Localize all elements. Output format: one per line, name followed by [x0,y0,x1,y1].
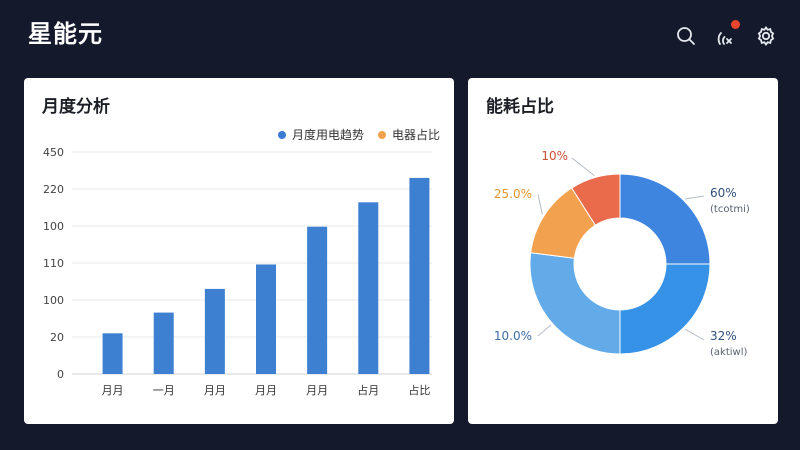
y-tick-label: 20 [50,331,64,344]
x-tick-label: 一月 [153,384,175,397]
monthly-analysis-card: 月度分析 月度用电趋势 电器占比 450 220 100 110 100 20 0 月月 一月月… [24,78,454,424]
slice-sublabel: (aktiwl) [710,347,747,358]
leader-line [684,328,705,341]
y-tick-label: 100 [43,220,64,233]
gear-icon[interactable] [754,24,778,48]
slice-label: 60% [710,186,737,200]
bar[interactable] [307,226,328,374]
bar[interactable] [358,202,379,374]
notification-badge [731,20,740,29]
bar[interactable] [256,264,276,374]
header-toolbar [674,20,778,48]
leader-line [537,324,552,337]
bar[interactable] [102,333,123,374]
search-icon[interactable] [674,24,698,48]
leader-line [571,157,595,177]
y-tick-label: 450 [43,146,64,159]
y-tick-label: 110 [43,257,64,270]
x-tick-label: 月月 [306,384,328,397]
notification-icon[interactable] [714,20,740,48]
leader-line [537,193,543,215]
donut-hole [575,219,665,309]
donut-chart: 60% (tcotmi) 32% (aktiwl) 10.0% 25.0% 10% [494,149,750,358]
slice-label: 10% [541,149,568,163]
x-tick-label: 月月 [102,384,124,397]
x-tick-label: 占比 [408,383,430,397]
leader-line [684,195,705,200]
slice-label: 32% [710,329,737,343]
bar[interactable] [409,177,430,374]
bar[interactable] [204,288,225,374]
y-tick-label: 0 [57,368,64,381]
x-tick-label: 占月 [357,383,379,397]
bar-chart: 450 220 100 110 100 20 0 月月 一月 月月 月月 月月 占月 占比 [43,146,432,397]
y-tick-label: 100 [43,294,64,307]
energy-share-card: 能耗占比 60% (tcotmi) 32% (aktiwl) 10.0% 25.0% 10% [468,78,778,424]
slice-label: 10.0% [494,329,532,343]
slice-label: 25.0% [494,187,532,201]
slice-sublabel: (tcotmi) [710,204,750,215]
app-title: 星能元 [28,20,103,48]
bar[interactable] [153,312,174,374]
x-tick-label: 月月 [204,384,226,397]
y-tick-label: 220 [43,183,64,196]
x-tick-label: 月月 [255,384,277,397]
